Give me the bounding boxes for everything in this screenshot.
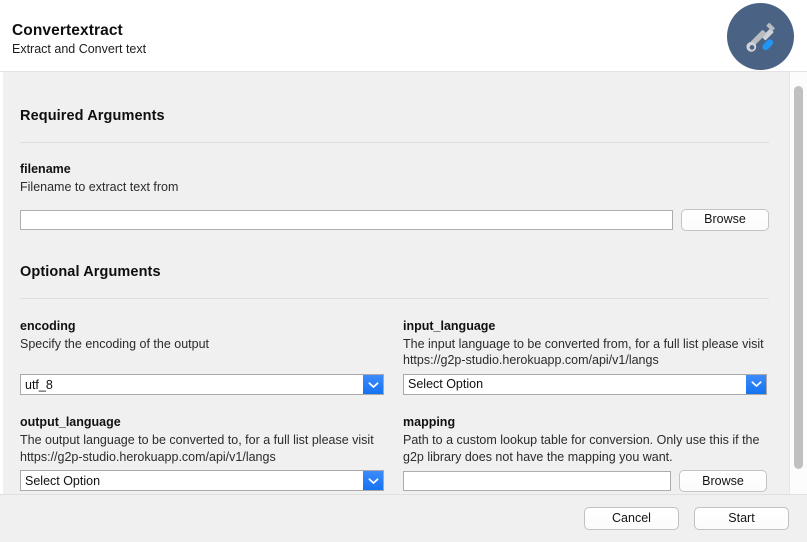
form-content: Required Arguments filename Filename to … (3, 72, 789, 492)
mapping-browse-button[interactable]: Browse (679, 470, 767, 492)
vertical-scrollbar-thumb[interactable] (794, 86, 803, 469)
application-window: Convertextract Extract and Convert text (0, 0, 807, 542)
field-label-input-language: input_language (403, 318, 767, 334)
field-group-output-language: output_language The output language to b… (20, 414, 384, 492)
tools-wrench-screwdriver-icon (727, 3, 794, 70)
chevron-down-icon[interactable] (746, 375, 766, 394)
footer-button-bar: Cancel Start (0, 494, 807, 542)
field-label-mapping: mapping (403, 414, 767, 430)
input-language-select[interactable]: Select Option (403, 374, 767, 395)
field-row-mapping: Browse (403, 470, 767, 492)
section-title-optional: Optional Arguments (20, 231, 769, 280)
output-language-select-value: Select Option (21, 474, 363, 488)
section-title-required: Required Arguments (20, 72, 769, 124)
encoding-select-value: utf_8 (21, 378, 363, 392)
vertical-scrollbar[interactable] (789, 72, 807, 494)
app-title: Convertextract (12, 21, 146, 40)
field-description-encoding: Specify the encoding of the output (20, 336, 384, 353)
app-header-text: Convertextract Extract and Convert text (12, 21, 146, 58)
encoding-select[interactable]: utf_8 (20, 374, 384, 395)
optional-row-1: encoding Specify the encoding of the out… (20, 318, 769, 396)
section-divider-optional (20, 298, 769, 299)
output-language-select[interactable]: Select Option (20, 470, 384, 491)
start-button[interactable]: Start (694, 507, 789, 530)
field-group-filename: filename Filename to extract text from B… (20, 161, 769, 231)
field-label-encoding: encoding (20, 318, 384, 334)
app-header: Convertextract Extract and Convert text (0, 0, 807, 72)
field-group-input-language: input_language The input language to be … (403, 318, 767, 396)
optional-row-2: output_language The output language to b… (20, 414, 769, 492)
filename-input[interactable] (20, 210, 673, 230)
field-row-filename: Browse (20, 209, 769, 231)
field-description-input-language: The input language to be converted from,… (403, 336, 767, 369)
main-body: Required Arguments filename Filename to … (0, 72, 807, 494)
field-label-filename: filename (20, 161, 769, 177)
field-group-encoding: encoding Specify the encoding of the out… (20, 318, 384, 396)
field-description-output-language: The output language to be converted to, … (20, 432, 384, 465)
field-description-mapping: Path to a custom lookup table for conver… (403, 432, 767, 465)
input-language-select-value: Select Option (404, 377, 746, 391)
form-scroll-area: Required Arguments filename Filename to … (3, 72, 789, 494)
filename-browse-button[interactable]: Browse (681, 209, 769, 231)
chevron-down-icon[interactable] (363, 375, 383, 394)
app-subtitle: Extract and Convert text (12, 41, 146, 58)
field-group-mapping: mapping Path to a custom lookup table fo… (403, 414, 767, 492)
field-label-output-language: output_language (20, 414, 384, 430)
chevron-down-icon[interactable] (363, 471, 383, 490)
cancel-button[interactable]: Cancel (584, 507, 679, 530)
section-divider-required (20, 142, 769, 143)
field-description-filename: Filename to extract text from (20, 179, 769, 196)
mapping-input[interactable] (403, 471, 671, 491)
